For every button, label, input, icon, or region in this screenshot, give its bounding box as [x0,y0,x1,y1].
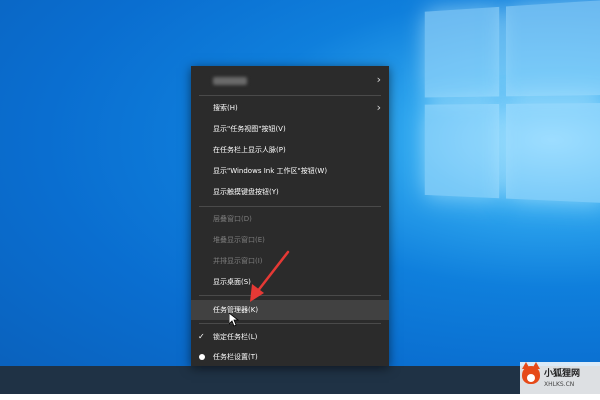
menu-item-label: 任务栏设置(T) [213,353,258,361]
bottom-strip [0,394,600,400]
desktop: › 搜索(H) › 显示"任务视图"按钮(V) 在任务栏上显示人脉(P) 显示"… [0,0,600,400]
menu-separator [199,295,381,296]
mouse-cursor-icon [229,313,239,327]
menu-separator [199,206,381,207]
menu-item-show-desktop[interactable]: 显示桌面(S) [191,272,389,292]
menu-item-task-view-button[interactable]: 显示"任务视图"按钮(V) [191,119,389,139]
menu-item-label: 显示"Windows Ink 工作区"按钮(W) [213,167,328,175]
menu-item-windows-ink[interactable]: 显示"Windows Ink 工作区"按钮(W) [191,161,389,181]
menu-item-side-by-side: 并排显示窗口(I) [191,251,389,271]
menu-item-label: 并排显示窗口(I) [213,257,263,265]
checkmark-icon: ✓ [198,332,205,341]
menu-item-label: 堆叠显示窗口(E) [213,236,265,244]
watermark-domain: XHLKS.CN [544,381,575,388]
fox-face [527,374,535,382]
menu-item-label: 在任务栏上显示人脉(P) [213,146,286,154]
site-watermark: 小狐狸网 XHLKS.CN [520,362,600,396]
menu-item-taskbar-settings[interactable]: 任务栏设置(T) [191,347,389,367]
menu-item-toolbars[interactable]: › [191,70,389,90]
menu-separator [199,323,381,324]
menu-item-touch-keyboard[interactable]: 显示触摸键盘按钮(Y) [191,182,389,202]
windows-logo-wallpaper [424,0,600,240]
chevron-right-icon: › [376,73,381,86]
logo-pane [424,6,500,98]
menu-separator [199,95,381,96]
menu-item-label: 显示触摸键盘按钮(Y) [213,188,279,196]
menu-item-stack-windows: 堆叠显示窗口(E) [191,230,389,250]
menu-item-search[interactable]: 搜索(H) › [191,98,389,118]
logo-pane [505,0,600,97]
logo-pane [424,103,500,199]
menu-item-lock-taskbar[interactable]: ✓ 锁定任务栏(L) [191,327,389,347]
blurred-label [213,77,247,85]
gear-icon [199,354,205,360]
menu-item-label: 搜索(H) [213,104,238,112]
logo-pane [505,103,600,203]
menu-item-label: 锁定任务栏(L) [213,333,258,341]
fox-logo-icon [522,362,540,384]
menu-item-task-manager[interactable]: 任务管理器(K) [191,300,389,320]
taskbar[interactable] [0,366,600,394]
menu-item-label: 显示"任务视图"按钮(V) [213,125,286,133]
menu-item-people[interactable]: 在任务栏上显示人脉(P) [191,140,389,160]
watermark-brand: 小狐狸网 [544,369,581,379]
menu-item-label: 层叠窗口(D) [213,215,252,223]
taskbar-context-menu: › 搜索(H) › 显示"任务视图"按钮(V) 在任务栏上显示人脉(P) 显示"… [191,66,389,366]
chevron-right-icon: › [376,101,381,114]
menu-item-label: 显示桌面(S) [213,278,251,286]
menu-item-cascade-windows: 层叠窗口(D) [191,209,389,229]
